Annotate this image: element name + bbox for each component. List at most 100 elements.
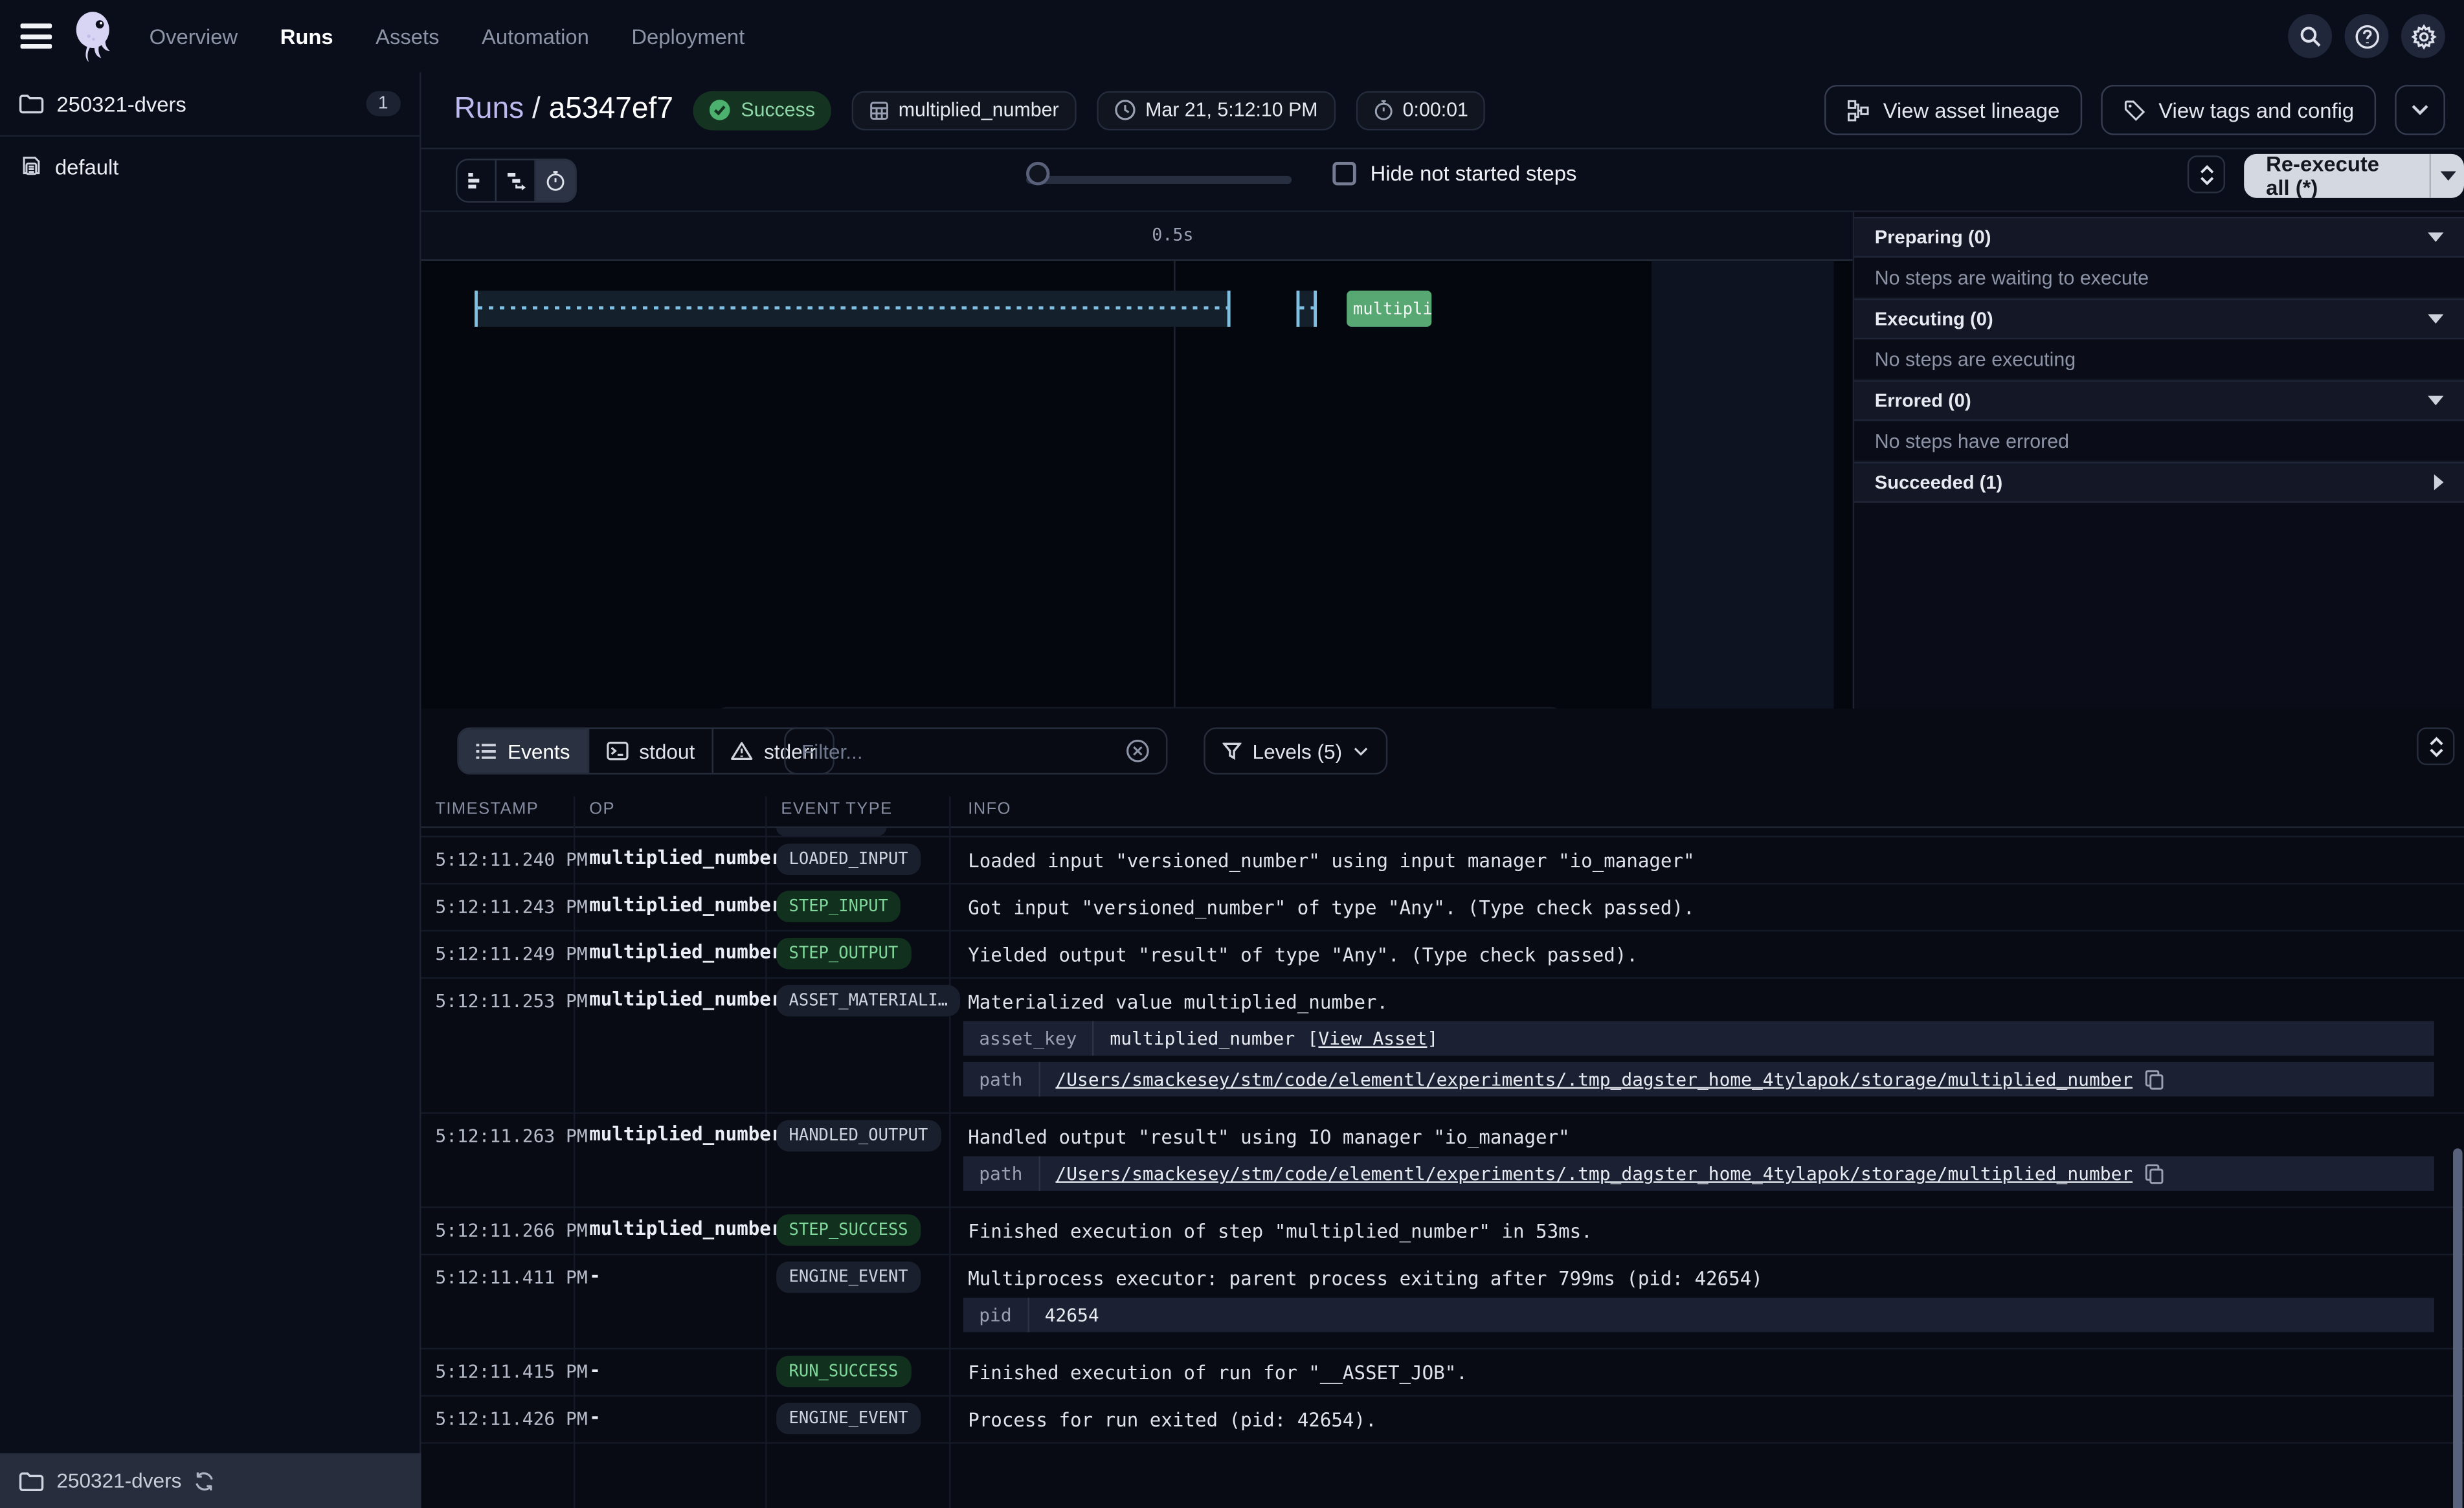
sidebar-repo-row[interactable]: 250321-dvers 1 — [0, 72, 420, 137]
zoom-slider-handle[interactable] — [1026, 162, 1049, 185]
nav-item-assets[interactable]: Assets — [375, 25, 439, 48]
asset-tag-pill[interactable]: multiplied_number — [851, 91, 1076, 130]
event-row[interactable]: 5:12:11.426 PM-ENGINE_EVENTProcess for r… — [421, 1397, 2464, 1444]
search-button[interactable] — [2288, 14, 2332, 58]
copy-icon[interactable] — [2145, 1069, 2164, 1090]
help-icon — [2353, 23, 2380, 49]
events-expand-button[interactable] — [2417, 727, 2454, 765]
breadcrumb-runs-link[interactable]: Runs — [454, 93, 524, 126]
status-section-body: No steps are waiting to execute — [1854, 258, 2464, 298]
event-op: multiplied_number — [589, 1124, 782, 1146]
funnel-icon — [1222, 742, 1241, 760]
event-row[interactable]: 5:12:11.266 PMmultiplied_numberSTEP_SUCC… — [421, 1208, 2464, 1256]
status-section-title: Executing (0) — [1875, 308, 1993, 330]
reexecute-split-button: Re-execute all (*) — [2244, 154, 2464, 198]
event-info: Handled output "result" using IO manager… — [968, 1122, 2434, 1150]
more-actions-button[interactable] — [2395, 85, 2445, 135]
run-datetime-pill: Mar 21, 5:12:10 PM — [1097, 91, 1335, 130]
breadcrumb: Runs / a5347ef7 — [454, 93, 673, 127]
event-row[interactable]: 5:12:11.415 PM-RUN_SUCCESSFinished execu… — [421, 1349, 2464, 1397]
event-row[interactable]: 5:12:11.249 PMmultiplied_numberSTEP_OUTP… — [421, 931, 2464, 979]
event-timestamp: 5:12:11.411 PM — [435, 1266, 587, 1288]
event-type-badge: RUN_SUCCESS — [776, 1356, 911, 1388]
gantt-waiting-span — [475, 291, 1231, 327]
event-info: Loaded input "versioned_number" using in… — [968, 845, 2434, 874]
events-section: Eventsstdoutstderr Filter... Levels (5) — [421, 709, 2464, 1508]
stopwatch-icon — [1373, 99, 1394, 121]
metadata-row: pid42654 — [963, 1298, 2434, 1332]
tab-label: Events — [508, 739, 570, 762]
log-filter-input[interactable]: Filter... — [784, 727, 1167, 775]
view-asset-link[interactable]: View Asset — [1318, 1027, 1427, 1049]
nav-item-automation[interactable]: Automation — [482, 25, 589, 48]
flat-view-button[interactable] — [457, 161, 497, 201]
nav-item-overview[interactable]: Overview — [150, 25, 238, 48]
gantt-toolbar: Hide not started steps Re-execute all (*… — [421, 150, 2464, 212]
status-section-title: Errored (0) — [1875, 390, 1971, 412]
event-op: - — [589, 1265, 601, 1287]
filter-clear-button[interactable] — [1125, 738, 1150, 764]
help-button[interactable] — [2345, 14, 2389, 58]
column-header-info: INFO — [968, 799, 1011, 818]
event-row[interactable]: 5:12:11.253 PMmultiplied_numberASSET_MAT… — [421, 979, 2464, 1114]
view-tags-config-button[interactable]: View tags and config — [2100, 85, 2376, 135]
hamburger-menu-icon[interactable] — [21, 23, 52, 49]
reexecute-dropdown-button[interactable] — [2430, 154, 2464, 198]
hide-not-started-control: Hide not started steps — [1332, 162, 1576, 185]
expand-collapse-button[interactable] — [2188, 155, 2225, 193]
levels-filter-button[interactable]: Levels (5) — [1204, 727, 1387, 775]
chevron-down-icon — [1353, 746, 1369, 757]
event-info: Materialized value multiplied_number. — [968, 986, 2434, 1015]
warning-icon — [731, 742, 753, 760]
gear-icon — [2410, 23, 2436, 49]
event-op: multiplied_number — [589, 894, 782, 916]
repo-name: 250321-dvers — [56, 92, 186, 115]
status-section-body: No steps have errored — [1854, 421, 2464, 462]
list-icon — [476, 742, 497, 760]
asset-group-icon — [19, 155, 42, 178]
event-timestamp: 5:12:11.243 PM — [435, 896, 587, 918]
sidebar-footer[interactable]: 250321-dvers — [0, 1453, 421, 1508]
events-scrollbar[interactable] — [2453, 1148, 2463, 1508]
event-row[interactable]: 5:12:11.240 PMmultiplied_numberLOADED_IN… — [421, 837, 2464, 885]
waterfall-icon — [505, 170, 526, 191]
zoom-slider-track[interactable] — [1026, 176, 1292, 184]
status-section-header[interactable]: Succeeded (1) — [1854, 462, 2464, 503]
event-row[interactable]: 5:12:11.263 PMmultiplied_numberHANDLED_O… — [421, 1114, 2464, 1208]
event-row[interactable]: 5:12:11.411 PM-ENGINE_EVENTMultiprocess … — [421, 1255, 2464, 1349]
tab-events[interactable]: Events — [459, 729, 589, 773]
clipped-badge — [776, 828, 886, 836]
event-type-badge: ENGINE_EVENT — [776, 1403, 921, 1435]
view-asset-lineage-button[interactable]: View asset lineage — [1825, 85, 2081, 135]
event-op: - — [589, 1359, 601, 1381]
run-duration-pill: 0:00:01 — [1356, 91, 1486, 130]
clock-icon — [1114, 99, 1136, 121]
reexecute-all-button[interactable]: Re-execute all (*) — [2244, 154, 2430, 198]
events-tabs: Eventsstdoutstderr — [457, 727, 835, 775]
gantt-axis: 0.5s — [421, 212, 1853, 261]
lineage-icon — [1847, 98, 1870, 122]
event-timestamp: 5:12:11.415 PM — [435, 1360, 587, 1382]
event-op: multiplied_number — [589, 941, 782, 963]
status-section-header[interactable]: Executing (0) — [1854, 298, 2464, 339]
event-row[interactable]: 5:12:11.243 PMmultiplied_numberSTEP_INPU… — [421, 885, 2464, 932]
copy-icon[interactable] — [2145, 1163, 2164, 1184]
tab-stdout[interactable]: stdout — [589, 729, 714, 773]
nav-item-runs[interactable]: Runs — [280, 25, 333, 48]
nav-item-deployment[interactable]: Deployment — [631, 25, 745, 48]
timed-view-button[interactable] — [536, 161, 576, 201]
path-link[interactable]: /Users/smackesey/stm/code/elementl/exper… — [1055, 1069, 2133, 1091]
settings-button[interactable] — [2401, 14, 2445, 58]
job-name: default — [55, 155, 118, 178]
event-type-badge: ASSET_MATERIALI… — [776, 985, 960, 1017]
gantt-step-bar[interactable]: multipli… — [1347, 291, 1431, 327]
status-section-header[interactable]: Preparing (0) — [1854, 217, 2464, 258]
path-link[interactable]: /Users/smackesey/stm/code/elementl/exper… — [1055, 1162, 2133, 1184]
tag-icon — [2122, 98, 2145, 122]
waterfall-view-button[interactable] — [497, 161, 536, 201]
top-nav-actions — [2288, 14, 2445, 58]
hide-not-started-checkbox[interactable] — [1332, 162, 1356, 185]
status-section-header[interactable]: Errored (0) — [1854, 380, 2464, 421]
gantt-waiting-span-short — [1297, 291, 1317, 327]
sidebar-item-default[interactable]: default — [0, 137, 420, 196]
